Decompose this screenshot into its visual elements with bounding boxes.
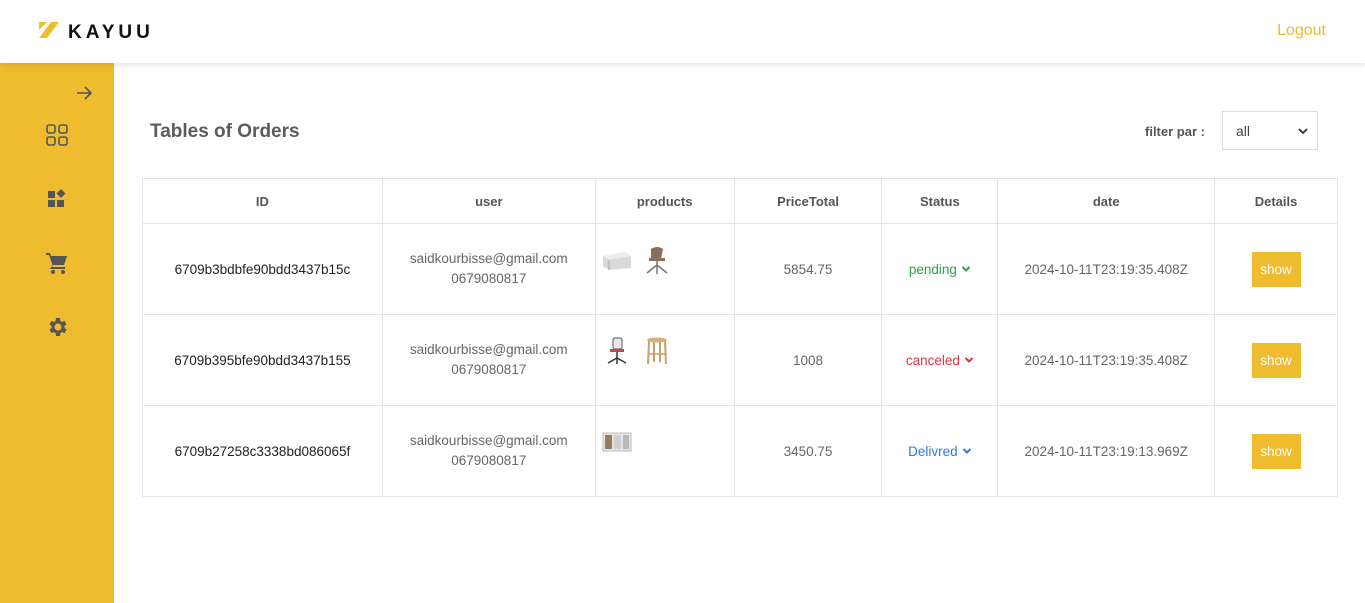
order-products	[594, 223, 735, 315]
chair-image[interactable]	[641, 244, 673, 276]
column-header-products[interactable]: products	[594, 178, 735, 224]
order-user: saidkourbisse@gmail.com 0679080817	[381, 314, 596, 406]
order-date: 2024-10-11T23:19:35.408Z	[997, 223, 1216, 315]
order-id: 6709b395bfe90bdd3437b155	[142, 314, 383, 406]
user-email: saidkourbisse@gmail.com	[409, 342, 568, 357]
brand-name: KAYUU	[68, 21, 154, 43]
table-row: 6709b395bfe90bdd3437b155 saidkourbisse@g…	[142, 314, 1338, 406]
kayuu-logo-icon	[39, 20, 59, 45]
filter-select[interactable]: all	[1222, 111, 1318, 150]
status-dropdown[interactable]: Delivred	[908, 444, 972, 459]
column-header-pricetotal[interactable]: PriceTotal	[733, 178, 883, 224]
column-header-date[interactable]: date	[997, 178, 1216, 224]
order-status-cell: canceled	[881, 314, 999, 406]
sideboard-image[interactable]	[601, 244, 633, 276]
filter-label: filter par :	[1145, 124, 1205, 139]
order-user: saidkourbisse@gmail.com 0679080817	[381, 405, 596, 497]
order-status-cell: pending	[881, 223, 999, 315]
status-label: Delivred	[908, 443, 958, 459]
stool-image[interactable]	[641, 335, 673, 367]
status-dropdown[interactable]: pending	[909, 262, 971, 277]
order-details: show	[1214, 223, 1338, 315]
chevron-down-icon	[964, 357, 974, 363]
office-chair-image[interactable]	[601, 335, 633, 367]
cabinet-image[interactable]	[601, 426, 633, 458]
chevron-down-icon	[962, 448, 971, 454]
column-header-id[interactable]: ID	[142, 178, 383, 224]
user-email: saidkourbisse@gmail.com	[409, 251, 568, 266]
logout-link[interactable]: Logout	[1277, 22, 1326, 40]
orders-table: ID user products PriceTotal Status date …	[142, 178, 1338, 497]
user-phone: 0679080817	[451, 271, 527, 286]
table-row: 6709b3bdbfe90bdd3437b15c saidkourbisse@g…	[142, 223, 1338, 315]
show-button[interactable]: show	[1251, 251, 1301, 287]
cart-icon[interactable]	[45, 251, 69, 275]
order-details: show	[1214, 314, 1338, 406]
column-header-status[interactable]: Status	[881, 178, 999, 224]
chevron-down-icon	[961, 266, 971, 272]
order-user: saidkourbisse@gmail.com 0679080817	[381, 223, 596, 315]
sidebar	[0, 63, 114, 603]
top-bar: KAYUU Logout	[0, 0, 1365, 63]
main-content: Tables of Orders filter par : all ID use…	[114, 63, 1365, 603]
page-title: Tables of Orders	[150, 121, 300, 142]
status-label: pending	[908, 261, 957, 277]
order-id: 6709b3bdbfe90bdd3437b15c	[142, 223, 383, 315]
order-products	[594, 314, 735, 406]
order-id: 6709b27258c3338bd086065f	[142, 405, 383, 497]
column-header-user[interactable]: user	[381, 178, 596, 224]
order-price: 1008	[733, 314, 883, 406]
show-button[interactable]: show	[1251, 433, 1301, 469]
order-status-cell: Delivred	[881, 405, 999, 497]
status-dropdown[interactable]: canceled	[906, 353, 974, 368]
order-date: 2024-10-11T23:19:35.408Z	[997, 314, 1216, 406]
user-email: saidkourbisse@gmail.com	[409, 433, 568, 448]
column-header-details[interactable]: Details	[1214, 178, 1338, 224]
arrow-right-icon[interactable]	[72, 81, 96, 105]
grid-icon[interactable]	[45, 123, 69, 147]
filter-selected-value: all	[1236, 122, 1251, 139]
user-phone: 0679080817	[451, 453, 527, 468]
order-products	[594, 405, 735, 497]
gear-icon[interactable]	[45, 315, 69, 339]
chevron-down-icon	[1298, 128, 1308, 135]
brand-logo[interactable]: KAYUU	[39, 20, 154, 45]
order-date: 2024-10-11T23:19:13.969Z	[997, 405, 1216, 497]
table-header-row: ID user products PriceTotal Status date …	[142, 178, 1338, 224]
widgets-icon[interactable]	[45, 187, 69, 211]
show-button[interactable]: show	[1251, 342, 1301, 378]
order-price: 3450.75	[733, 405, 883, 497]
order-price: 5854.75	[733, 223, 883, 315]
table-row: 6709b27258c3338bd086065f saidkourbisse@g…	[142, 405, 1338, 497]
user-phone: 0679080817	[451, 362, 527, 377]
status-label: canceled	[905, 352, 960, 368]
order-details: show	[1214, 405, 1338, 497]
